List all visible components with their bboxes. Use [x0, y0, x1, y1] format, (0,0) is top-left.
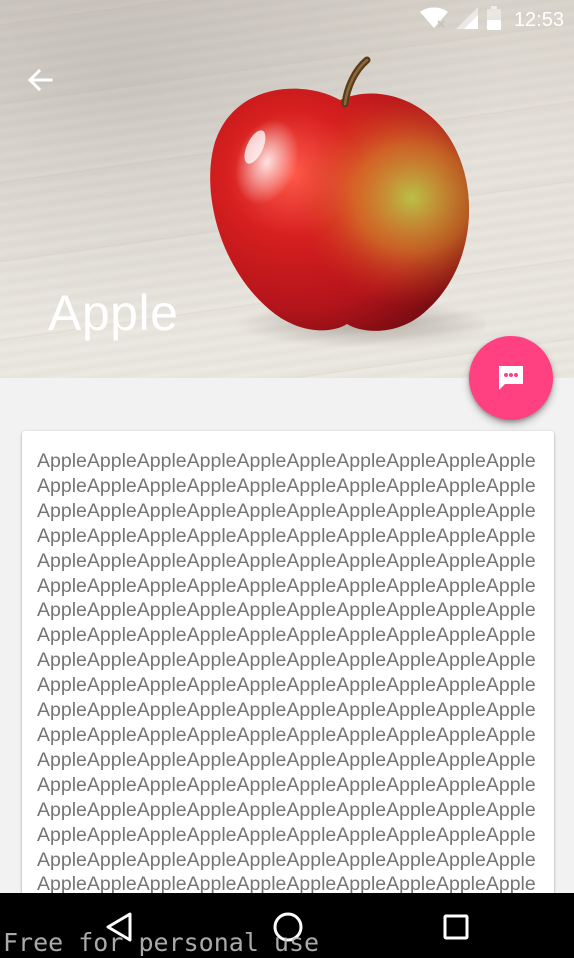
message-fab-button[interactable]	[469, 336, 553, 420]
app-screen: 12:53 Apple AppleAppleAppleAppleAppleApp…	[0, 0, 574, 958]
card-body-text: AppleAppleAppleAppleAppleAppleAppleApple…	[37, 450, 536, 896]
nav-recent-apps-button[interactable]	[438, 909, 474, 945]
wifi-icon	[419, 7, 448, 34]
page-title: Apple	[48, 285, 179, 341]
status-icons: 12:53	[419, 5, 564, 35]
arrow-back-icon	[27, 68, 53, 92]
battery-icon	[486, 5, 502, 35]
chat-bubble-icon	[499, 366, 523, 390]
watermark-text: Free for personal use	[3, 928, 320, 957]
signal-icon	[455, 6, 478, 34]
apple-image	[210, 56, 485, 348]
recent-apps-square-icon	[443, 914, 469, 940]
back-button[interactable]	[22, 62, 58, 98]
header-image: 12:53 Apple	[0, 0, 574, 378]
status-time: 12:53	[513, 8, 564, 31]
content-card: AppleAppleAppleAppleAppleAppleAppleApple…	[22, 431, 554, 951]
status-bar: 12:53	[0, 0, 574, 40]
